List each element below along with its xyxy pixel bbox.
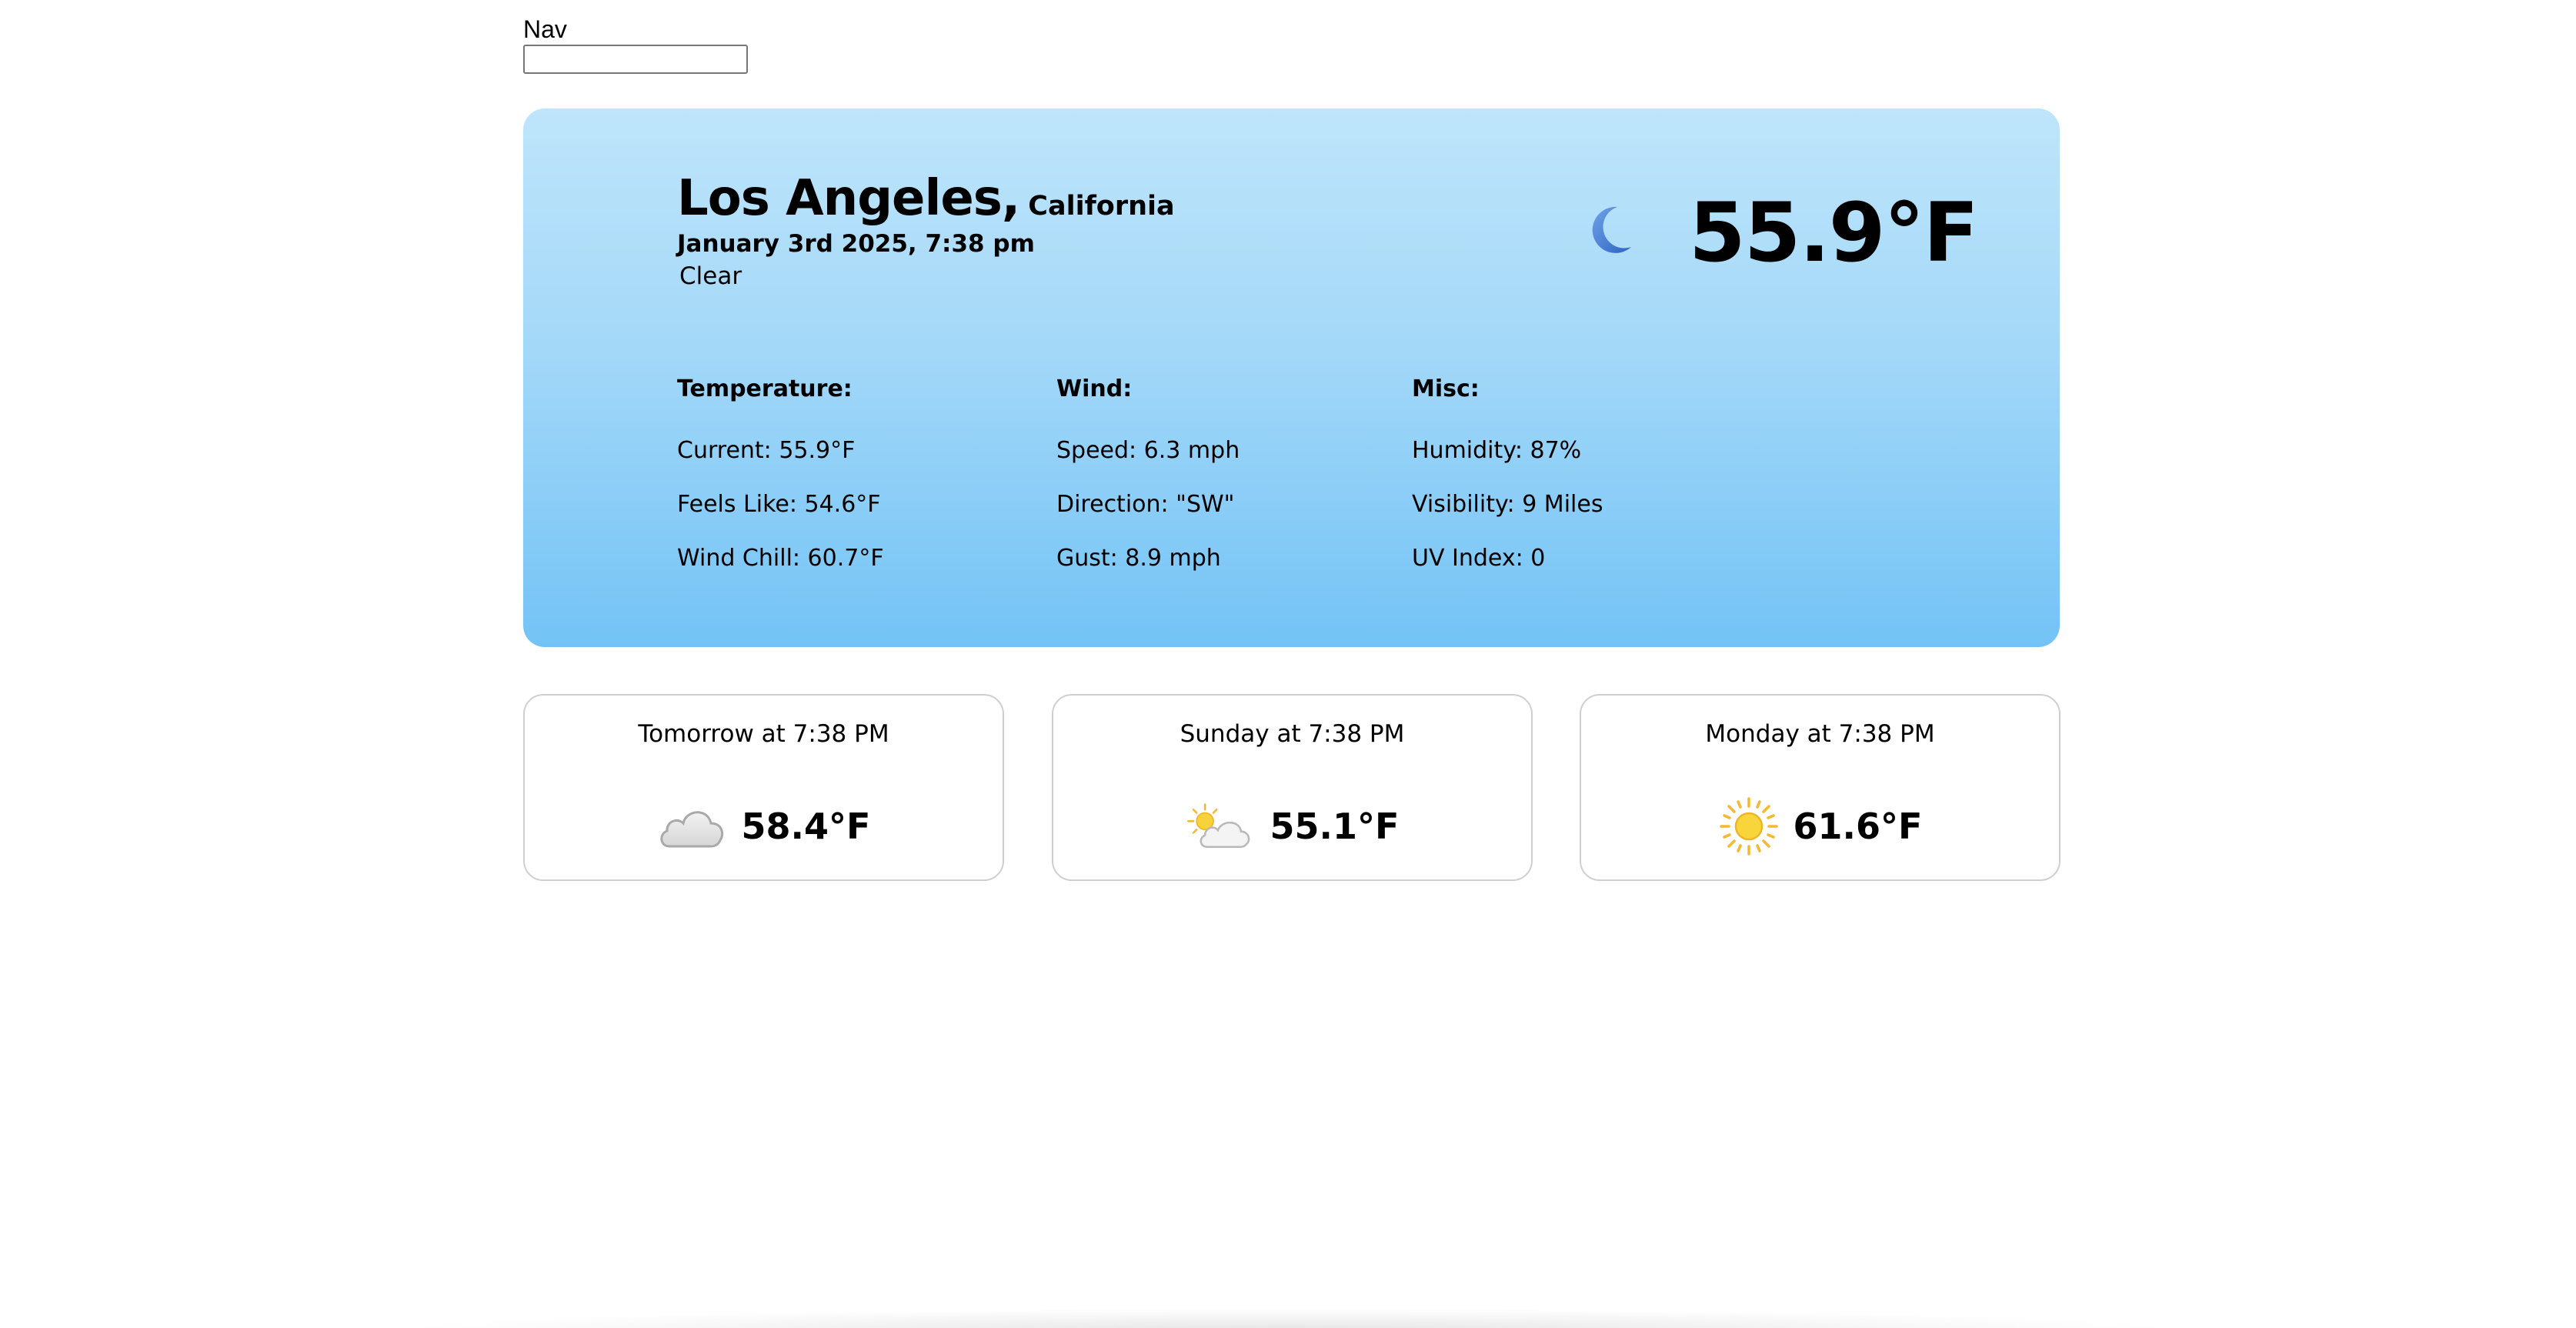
misc-humidity: Humidity: 87%: [1412, 437, 1582, 464]
location-heading: Los Angeles, California: [677, 170, 1175, 227]
misc-visibility: Visibility: 9 Miles: [1412, 491, 1603, 518]
page-bottom-shadow: [385, 1308, 2193, 1328]
forecast-temperature: 61.6°F: [1793, 806, 1923, 847]
forecast-title: Sunday at 7:38 PM: [1180, 720, 1405, 748]
forecast-body: 61.6°F: [1581, 792, 2059, 861]
temperature-heading: Temperature:: [677, 375, 853, 402]
misc-details: Misc: Humidity: 87% Visibility: 9 Miles …: [1412, 374, 1603, 597]
forecast-body: 55.1°F: [1053, 792, 1531, 861]
state-name: California: [1028, 191, 1175, 222]
temperature-feels-like: Feels Like: 54.6°F: [677, 491, 881, 518]
forecast-temperature: 58.4°F: [741, 806, 871, 847]
nav-search-input[interactable]: [523, 45, 748, 74]
current-temperature: 55.9°F: [1689, 185, 1979, 280]
weather-page: Nav Los Angeles, California January 3rd …: [0, 0, 2576, 1328]
forecast-temperature: 55.1°F: [1270, 806, 1400, 847]
wind-speed: Speed: 6.3 mph: [1056, 437, 1240, 464]
wind-gust: Gust: 8.9 mph: [1056, 545, 1221, 572]
moon-icon: [1592, 206, 1631, 253]
sun-icon: [1719, 797, 1778, 856]
city-name: Los Angeles,: [677, 170, 1020, 227]
temperature-wind-chill: Wind Chill: 60.7°F: [677, 545, 884, 572]
current-datetime: January 3rd 2025, 7:38 pm: [677, 230, 1035, 258]
misc-heading: Misc:: [1412, 375, 1480, 402]
forecast-title: Monday at 7:38 PM: [1705, 720, 1935, 748]
wind-heading: Wind:: [1056, 375, 1133, 402]
forecast-card: Sunday at 7:38 PM 55.1°F: [1052, 694, 1533, 881]
partly-cloudy-icon: [1186, 803, 1250, 849]
temperature-current: Current: 55.9°F: [677, 437, 856, 464]
current-weather-card: Los Angeles, California January 3rd 2025…: [523, 108, 2060, 647]
wind-direction: Direction: "SW": [1056, 491, 1235, 518]
nav-label: Nav: [523, 15, 567, 43]
misc-uv-index: UV Index: 0: [1412, 545, 1546, 572]
forecast-body: 58.4°F: [525, 792, 1003, 861]
cloud-icon: [659, 811, 723, 848]
wind-details: Wind: Speed: 6.3 mph Direction: "SW" Gus…: [1056, 374, 1240, 597]
current-condition: Clear: [679, 262, 742, 290]
forecast-card: Tomorrow at 7:38 PM 58.4°F: [523, 694, 1004, 881]
temperature-details: Temperature: Current: 55.9°F Feels Like:…: [677, 374, 884, 597]
forecast-card: Monday at 7:38 PM 61.6°F: [1580, 694, 2060, 881]
forecast-title: Tomorrow at 7:38 PM: [638, 720, 889, 748]
